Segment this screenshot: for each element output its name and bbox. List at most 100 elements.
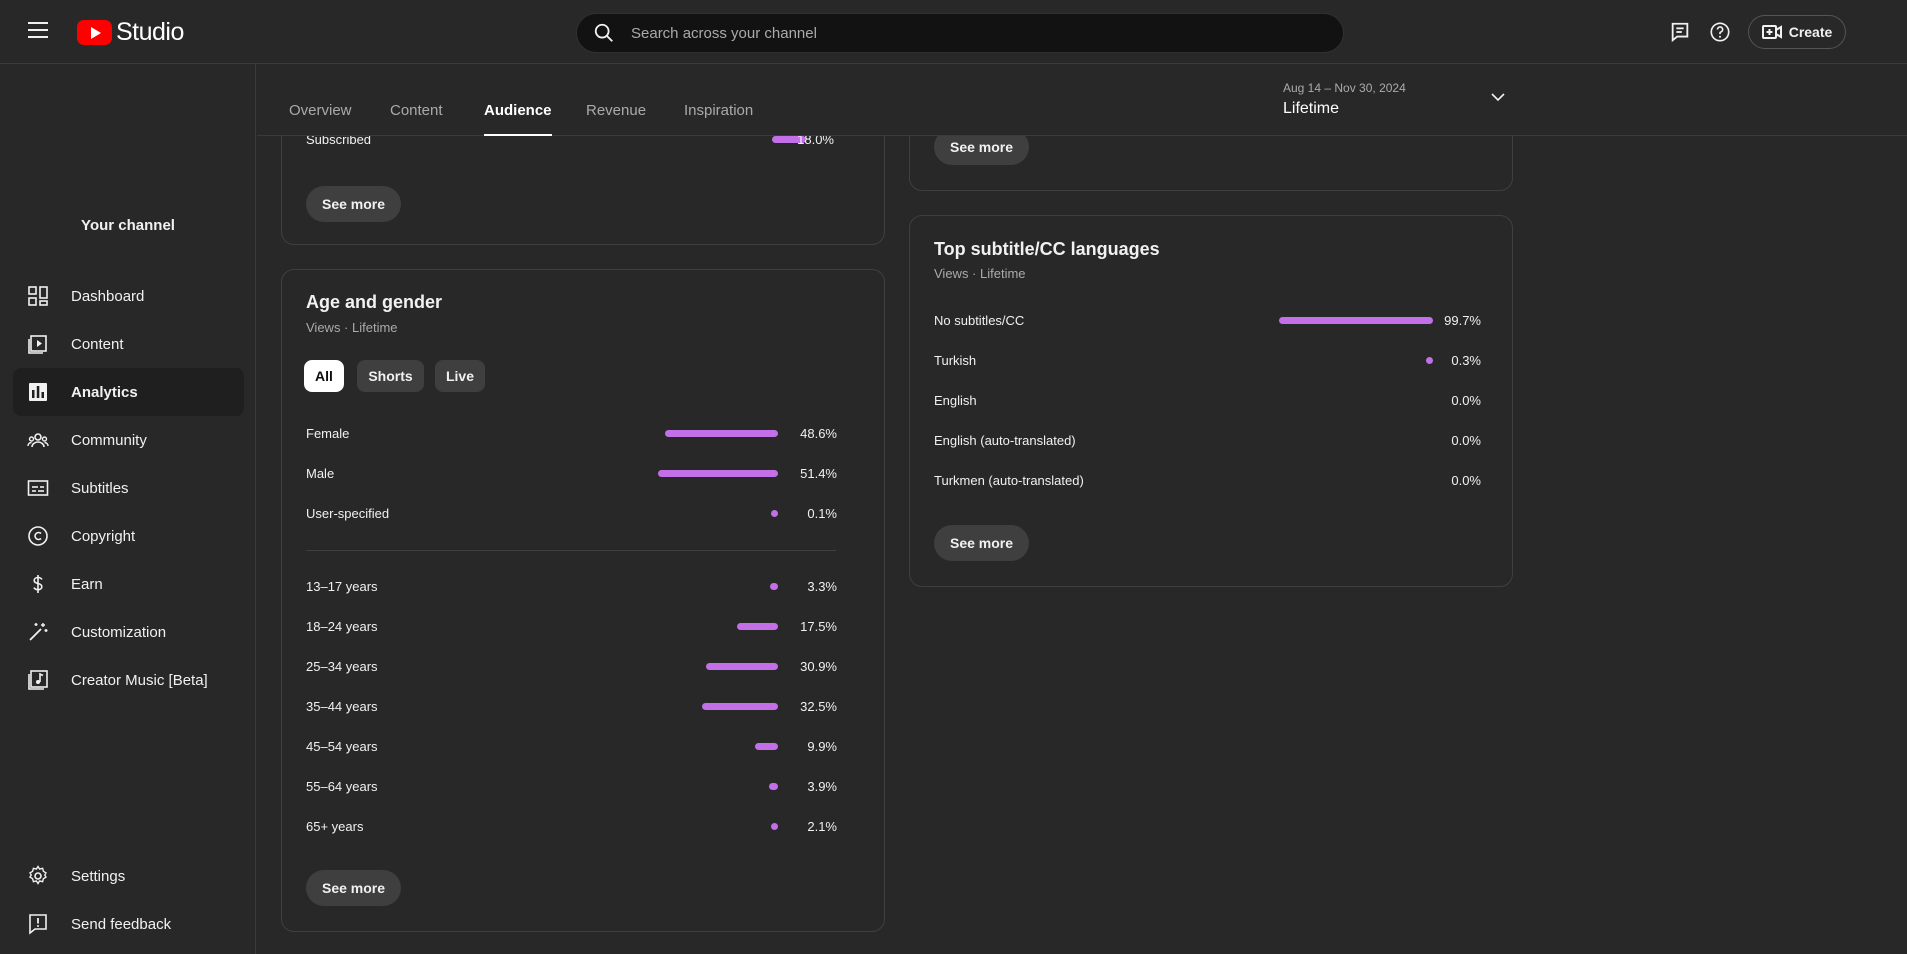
- see-more-button[interactable]: See more: [306, 186, 402, 222]
- list-item: 18–24 years 17.5%: [306, 617, 837, 637]
- list-item: Female 48.6%: [306, 424, 837, 444]
- list-item: User-specified 0.1%: [306, 504, 837, 524]
- row-label: 55–64 years: [306, 779, 378, 794]
- sidebar-item-label: Customization: [71, 623, 167, 641]
- your-channel-label[interactable]: Your channel: [0, 217, 256, 234]
- row-value: 0.0%: [1451, 433, 1481, 448]
- dashboard-icon: [27, 285, 49, 307]
- row-value: 32.5%: [800, 699, 837, 714]
- tab-content[interactable]: Content: [390, 102, 443, 119]
- help-icon[interactable]: [1709, 21, 1731, 43]
- subtitle-languages-title: Top subtitle/CC languages: [934, 239, 1160, 259]
- chevron-down-icon: [1491, 93, 1505, 102]
- search-icon: [594, 23, 613, 42]
- sidebar-item-earn[interactable]: Earn: [13, 560, 244, 608]
- youtube-logo-icon: [77, 19, 112, 45]
- settings-icon: [27, 865, 49, 887]
- chip-all[interactable]: All: [304, 360, 344, 392]
- age-gender-title: Age and gender: [306, 292, 443, 312]
- sidebar-item-send-feedback[interactable]: Send feedback: [13, 900, 244, 948]
- list-item: English 0.0%: [934, 391, 1481, 411]
- sidebar-item-content[interactable]: Content: [13, 320, 244, 368]
- search-input[interactable]: [629, 23, 1313, 43]
- sidebar-item-analytics[interactable]: Analytics: [13, 368, 244, 416]
- chip-shorts[interactable]: Shorts: [357, 360, 424, 392]
- row-label: Turkmen (auto-translated): [934, 473, 1084, 488]
- sidebar-item-copyright[interactable]: Copyright: [13, 512, 244, 560]
- row-value: 3.3%: [807, 579, 837, 594]
- row-bar: [702, 703, 778, 710]
- list-item: 35–44 years 32.5%: [306, 697, 837, 717]
- row-bar: [771, 510, 778, 517]
- tab-inspiration[interactable]: Inspiration: [684, 102, 753, 119]
- age-gender-subtitle: Views · Lifetime: [306, 320, 398, 335]
- tab-revenue[interactable]: Revenue: [586, 102, 646, 119]
- list-item: 55–64 years 3.9%: [306, 777, 837, 797]
- tab-overview[interactable]: Overview: [289, 102, 352, 119]
- create-video-icon: [1761, 25, 1782, 39]
- row-value: 0.0%: [1451, 473, 1481, 488]
- row-bar: [737, 623, 778, 630]
- sidebar: Your channel Dashboard Content Analytics…: [0, 64, 256, 954]
- sidebar-item-label: Creator Music [Beta]: [71, 671, 208, 689]
- see-more-button[interactable]: See more: [306, 870, 402, 906]
- sidebar-item-community[interactable]: Community: [13, 416, 244, 464]
- row-label: Turkish: [934, 353, 977, 368]
- sidebar-item-dashboard[interactable]: Dashboard: [13, 272, 244, 320]
- list-item: 45–54 years 9.9%: [306, 737, 837, 757]
- row-value: 30.9%: [800, 659, 837, 674]
- row-value: 99.7%: [1444, 313, 1481, 328]
- row-bar: [754, 743, 778, 750]
- row-value: 0.0%: [1451, 393, 1481, 408]
- row-value: 0.3%: [1451, 353, 1481, 368]
- list-item: 65+ years 2.1%: [306, 817, 837, 837]
- create-button[interactable]: Create: [1748, 15, 1846, 49]
- row-label: No subtitles/CC: [934, 313, 1025, 328]
- subtitles-icon: [27, 477, 49, 499]
- sidebar-item-label: Analytics: [71, 383, 138, 401]
- analytics-tabs-bar: Overview Content Audience Revenue Inspir…: [257, 64, 1907, 136]
- list-item: Turkmen (auto-translated) 0.0%: [934, 471, 1481, 491]
- tab-audience[interactable]: Audience: [484, 102, 552, 136]
- see-more-button[interactable]: See more: [934, 525, 1030, 561]
- row-value: 17.5%: [800, 619, 837, 634]
- sidebar-item-label: Community: [71, 431, 147, 449]
- sidebar-item-label: Content: [71, 335, 124, 353]
- sidebar-item-label: Dashboard: [71, 287, 145, 305]
- search-bar[interactable]: [576, 13, 1344, 53]
- chip-live[interactable]: Live: [435, 360, 485, 392]
- sidebar-item-customization[interactable]: Customization: [13, 608, 244, 656]
- sidebar-item-label: Subtitles: [71, 479, 129, 497]
- row-bar: [770, 583, 778, 590]
- earn-icon: [27, 573, 49, 595]
- studio-logo[interactable]: Studio: [77, 18, 184, 46]
- row-label: 18–24 years: [306, 619, 378, 634]
- date-range-label: Lifetime: [1283, 100, 1340, 117]
- top-app-bar: Studio Create: [0, 0, 1907, 64]
- row-value: 2.1%: [807, 819, 837, 834]
- row-label: English (auto-translated): [934, 433, 1076, 448]
- comment-icon[interactable]: [1669, 21, 1691, 43]
- list-item: Male 51.4%: [306, 464, 837, 484]
- row-label: User-specified: [306, 506, 390, 521]
- content-icon: [27, 333, 49, 355]
- list-item: 25–34 years 30.9%: [306, 657, 837, 677]
- date-range-dates: Aug 14 – Nov 30, 2024: [1283, 81, 1406, 95]
- sidebar-item-settings[interactable]: Settings: [13, 852, 244, 900]
- row-bar: [705, 663, 778, 670]
- date-range-dropdown[interactable]: Aug 14 – Nov 30, 2024 Lifetime: [1283, 81, 1513, 125]
- row-label: 45–54 years: [306, 739, 378, 754]
- row-bar: [1279, 317, 1433, 324]
- row-label: 65+ years: [306, 819, 364, 834]
- divider: [306, 550, 836, 551]
- sidebar-item-label: Send feedback: [71, 915, 172, 933]
- row-value: 9.9%: [807, 739, 837, 754]
- row-label: Female: [306, 426, 350, 441]
- row-value: 3.9%: [807, 779, 837, 794]
- create-label: Create: [1788, 24, 1833, 40]
- menu-icon[interactable]: [28, 22, 48, 40]
- sidebar-item-subtitles[interactable]: Subtitles: [13, 464, 244, 512]
- sidebar-item-creator-music[interactable]: Creator Music [Beta]: [13, 656, 244, 704]
- analytics-icon: [27, 381, 49, 403]
- row-bar: [771, 823, 778, 830]
